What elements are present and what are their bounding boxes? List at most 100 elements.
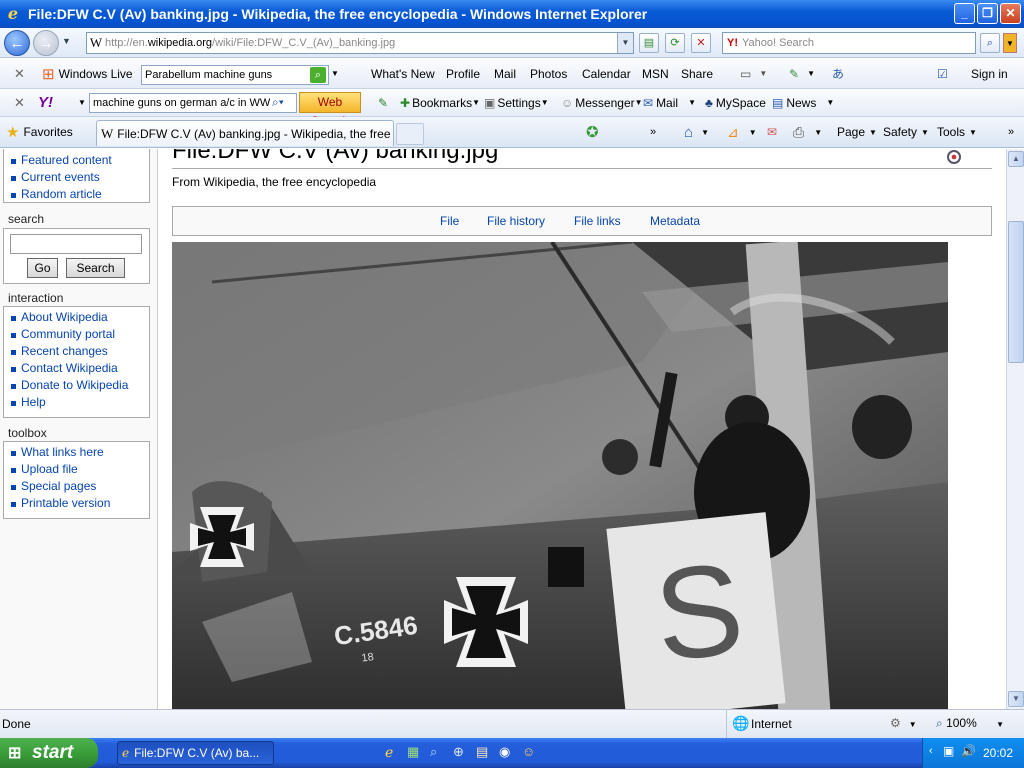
active-browser-tab[interactable]: W File:DFW C.V (Av) banking.jpg - Wikipe… xyxy=(96,120,394,146)
favorites-button[interactable]: ★ Favorites xyxy=(6,117,73,147)
toolbox-link-upload-file[interactable]: Upload file xyxy=(9,461,149,478)
news-menu[interactable]: ▤ News ▼ xyxy=(772,89,834,116)
scroll-down-arrow-icon[interactable]: ▼ xyxy=(1008,691,1024,707)
live-search-dropdown-icon[interactable]: ▼ xyxy=(331,59,339,88)
quicklaunch-excel-icon[interactable]: ▦ xyxy=(407,744,419,760)
live-checkbox-icon[interactable]: ☑ xyxy=(937,59,948,88)
refresh-icon[interactable]: ⟳ xyxy=(665,33,685,53)
vertical-scrollbar[interactable]: ▲ ▼ xyxy=(1006,149,1024,709)
interaction-link-about[interactable]: About Wikipedia xyxy=(9,309,149,326)
nav-link-current-events[interactable]: Current events xyxy=(9,169,149,186)
yahoo-search-input[interactable]: machine guns on german a/c in WW xyxy=(89,93,297,113)
search-go-icon[interactable]: ⌕ xyxy=(980,33,1000,53)
address-dropdown-icon[interactable]: ▼ xyxy=(617,33,633,53)
overflow-chevron-icon[interactable]: » xyxy=(650,117,656,147)
interaction-link-help[interactable]: Help xyxy=(9,394,149,411)
quicklaunch-ie-icon[interactable]: ℯ xyxy=(385,744,393,761)
featured-picture-icon[interactable] xyxy=(947,150,961,164)
live-link-msn[interactable]: MSN xyxy=(642,59,669,88)
quicklaunch-search-icon[interactable]: ⌕ xyxy=(430,744,437,760)
start-button[interactable]: ⊞ start xyxy=(0,738,98,768)
wiki-search-input[interactable] xyxy=(10,234,142,254)
add-favorites-icon[interactable]: ✪ xyxy=(586,117,599,147)
windows-taskbar: ⊞ start e File:DFW C.V (Av) ba... ℯ ▦ ⌕ … xyxy=(0,738,1024,768)
live-link-photos[interactable]: Photos xyxy=(530,59,567,88)
settings-menu[interactable]: ▣ Settings ▼ xyxy=(484,89,549,116)
quicklaunch-folder-icon[interactable]: ▤ xyxy=(476,744,488,760)
messenger-menu[interactable]: ☺ Messenger ▼ xyxy=(561,89,643,116)
safety-menu[interactable]: Safety ▼ xyxy=(883,117,929,147)
windows-live-brand[interactable]: ⊞ Windows Live xyxy=(42,59,133,88)
quicklaunch-messenger-icon[interactable]: ☺ xyxy=(522,744,535,759)
taskbar-ie-window[interactable]: e File:DFW C.V (Av) ba... xyxy=(117,741,274,765)
protected-mode-icon[interactable]: ⚙ ▼ xyxy=(890,716,917,730)
close-button[interactable]: ✕ xyxy=(1000,3,1021,24)
bookmarks-menu[interactable]: ✚ Bookmarks ▼ xyxy=(400,89,480,116)
file-tab-history[interactable]: File history xyxy=(487,214,545,228)
interaction-link-contact[interactable]: Contact Wikipedia xyxy=(9,360,149,377)
new-tab-button[interactable] xyxy=(396,123,424,145)
quicklaunch-app-icon[interactable]: ⊕ xyxy=(453,744,464,760)
file-tab-links[interactable]: File links xyxy=(574,214,621,228)
restore-button[interactable]: ❐ xyxy=(977,3,998,24)
quicklaunch-media-icon[interactable]: ◉ xyxy=(499,744,510,760)
scroll-thumb[interactable] xyxy=(1008,221,1024,363)
search-options-icon[interactable]: ▼ xyxy=(1003,33,1017,53)
live-tools-icon[interactable]: ✎ ▼ xyxy=(789,59,815,88)
file-tab-metadata[interactable]: Metadata xyxy=(650,214,700,228)
file-image-dfw-banking[interactable]: S C.5846 18 xyxy=(172,242,948,709)
close-yahoo-toolbar-icon[interactable]: ✕ xyxy=(14,89,25,116)
live-link-whats-new[interactable]: What's New xyxy=(371,59,435,88)
live-search-icon[interactable]: ⌕ xyxy=(310,67,326,83)
minimize-button[interactable]: _ xyxy=(954,3,975,24)
file-tab-file[interactable]: File xyxy=(440,214,459,228)
live-translate-icon[interactable]: あ xyxy=(832,59,844,88)
zoom-control[interactable]: ⌕ 100% ▼ xyxy=(936,716,1004,731)
go-button[interactable]: Go xyxy=(27,258,58,278)
search-button[interactable]: Search xyxy=(66,258,125,278)
live-spaces-icon[interactable]: ▭ ▼ xyxy=(740,59,767,88)
live-link-profile[interactable]: Profile xyxy=(446,59,480,88)
back-button[interactable]: ← xyxy=(4,30,30,56)
web-search-button[interactable]: Web Search xyxy=(299,92,361,128)
tray-volume-icon[interactable]: 🔊 xyxy=(961,744,976,758)
title-divider xyxy=(172,168,992,169)
toolbox-link-special-pages[interactable]: Special pages xyxy=(9,478,149,495)
clock[interactable]: 20:02 xyxy=(983,746,1013,760)
yahoo-menu-dropdown-icon[interactable]: ▼ xyxy=(78,89,86,116)
interaction-link-donate[interactable]: Donate to Wikipedia xyxy=(9,377,149,394)
nav-link-featured-content[interactable]: Featured content xyxy=(9,152,149,169)
toolbox-link-what-links-here[interactable]: What links here xyxy=(9,444,149,461)
scroll-up-arrow-icon[interactable]: ▲ xyxy=(1008,151,1024,167)
read-mail-icon[interactable]: ✉ xyxy=(767,117,777,147)
tray-expand-icon[interactable]: ‹ xyxy=(929,745,933,757)
yahoo-logo[interactable]: Y! xyxy=(38,89,53,116)
feeds-icon[interactable]: ⊿ ▼ xyxy=(727,117,757,147)
live-link-share[interactable]: Share xyxy=(681,59,713,88)
print-icon[interactable]: ⎙ ▼ xyxy=(793,117,822,147)
history-dropdown-icon[interactable]: ▼ xyxy=(62,36,71,46)
live-link-calendar[interactable]: Calendar xyxy=(582,59,631,88)
yahoo-search-field[interactable]: Y! Yahoo! Search xyxy=(722,32,976,54)
myspace-link[interactable]: ♣ MySpace xyxy=(705,89,766,116)
compatibility-icon[interactable]: ▤ xyxy=(639,33,659,53)
stop-icon[interactable]: ✕ xyxy=(691,33,711,53)
command-overflow-chevron-icon[interactable]: » xyxy=(1008,117,1014,147)
interaction-link-recent-changes[interactable]: Recent changes xyxy=(9,343,149,360)
tools-menu[interactable]: Tools ▼ xyxy=(937,117,977,147)
highlighter-icon[interactable]: ✎ xyxy=(378,89,388,116)
tray-network-icon[interactable]: ▣ xyxy=(943,744,954,758)
yahoo-mail-menu[interactable]: ✉ Mail ▼ xyxy=(643,89,696,116)
live-search-input[interactable]: Parabellum machine guns ⌕ xyxy=(141,65,329,85)
sign-in-link[interactable]: Sign in xyxy=(971,59,1008,88)
live-link-mail[interactable]: Mail xyxy=(494,59,516,88)
page-menu[interactable]: Page ▼ xyxy=(837,117,877,147)
forward-button[interactable]: → xyxy=(33,30,59,56)
interaction-link-community-portal[interactable]: Community portal xyxy=(9,326,149,343)
window-title-bar[interactable]: e File:DFW C.V (Av) banking.jpg - Wikipe… xyxy=(0,0,1024,28)
address-bar[interactable]: W http://en. wikipedia.org/wiki/File:DFW_… xyxy=(86,32,634,54)
nav-link-random-article[interactable]: Random article xyxy=(9,186,149,203)
toolbox-link-printable-version[interactable]: Printable version xyxy=(9,495,149,512)
home-icon[interactable]: ⌂ ▼ xyxy=(684,117,709,147)
close-toolbar-icon[interactable]: ✕ xyxy=(14,59,25,88)
